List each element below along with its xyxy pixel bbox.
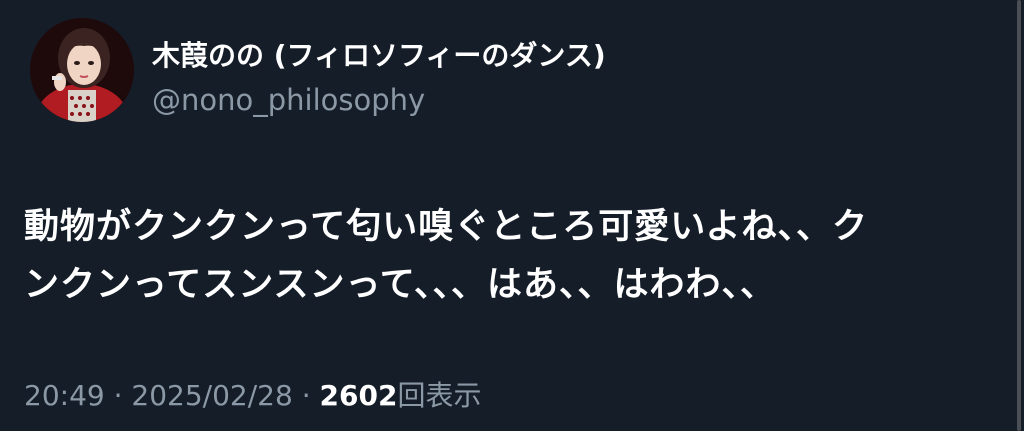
meta-separator: · <box>113 379 123 412</box>
avatar[interactable] <box>30 18 134 122</box>
tweet-text-line: 動物がクンクンって匂い嗅ぐところ可愛いよね、、ク <box>24 207 869 247</box>
author-handle[interactable]: @nono_philosophy <box>152 82 425 118</box>
tweet-text: 動物がクンクンって匂い嗅ぐところ可愛いよね、、ク ンクンってスンスンって、、、は… <box>24 198 984 314</box>
tweet-text-line: ンクンってスンスンって、、、はあ、、はわわ、、 <box>24 265 777 305</box>
views-label: 回表示 <box>397 379 482 412</box>
tweet-meta: 20:49 · 2025/02/28 · 2602回表示 <box>24 376 481 416</box>
tweet-time[interactable]: 20:49 <box>24 379 105 412</box>
scrollbar[interactable] <box>1017 0 1021 431</box>
tweet-card: 木葭のの (フィロソフィーのダンス) @nono_philosophy 動物がク… <box>0 0 1024 431</box>
author-display-name[interactable]: 木葭のの (フィロソフィーのダンス) <box>152 38 606 74</box>
tweet-date[interactable]: 2025/02/28 <box>131 379 292 412</box>
meta-separator: · <box>301 379 311 412</box>
profile-photo-icon <box>30 18 134 122</box>
views-count: 2602 <box>319 379 398 412</box>
